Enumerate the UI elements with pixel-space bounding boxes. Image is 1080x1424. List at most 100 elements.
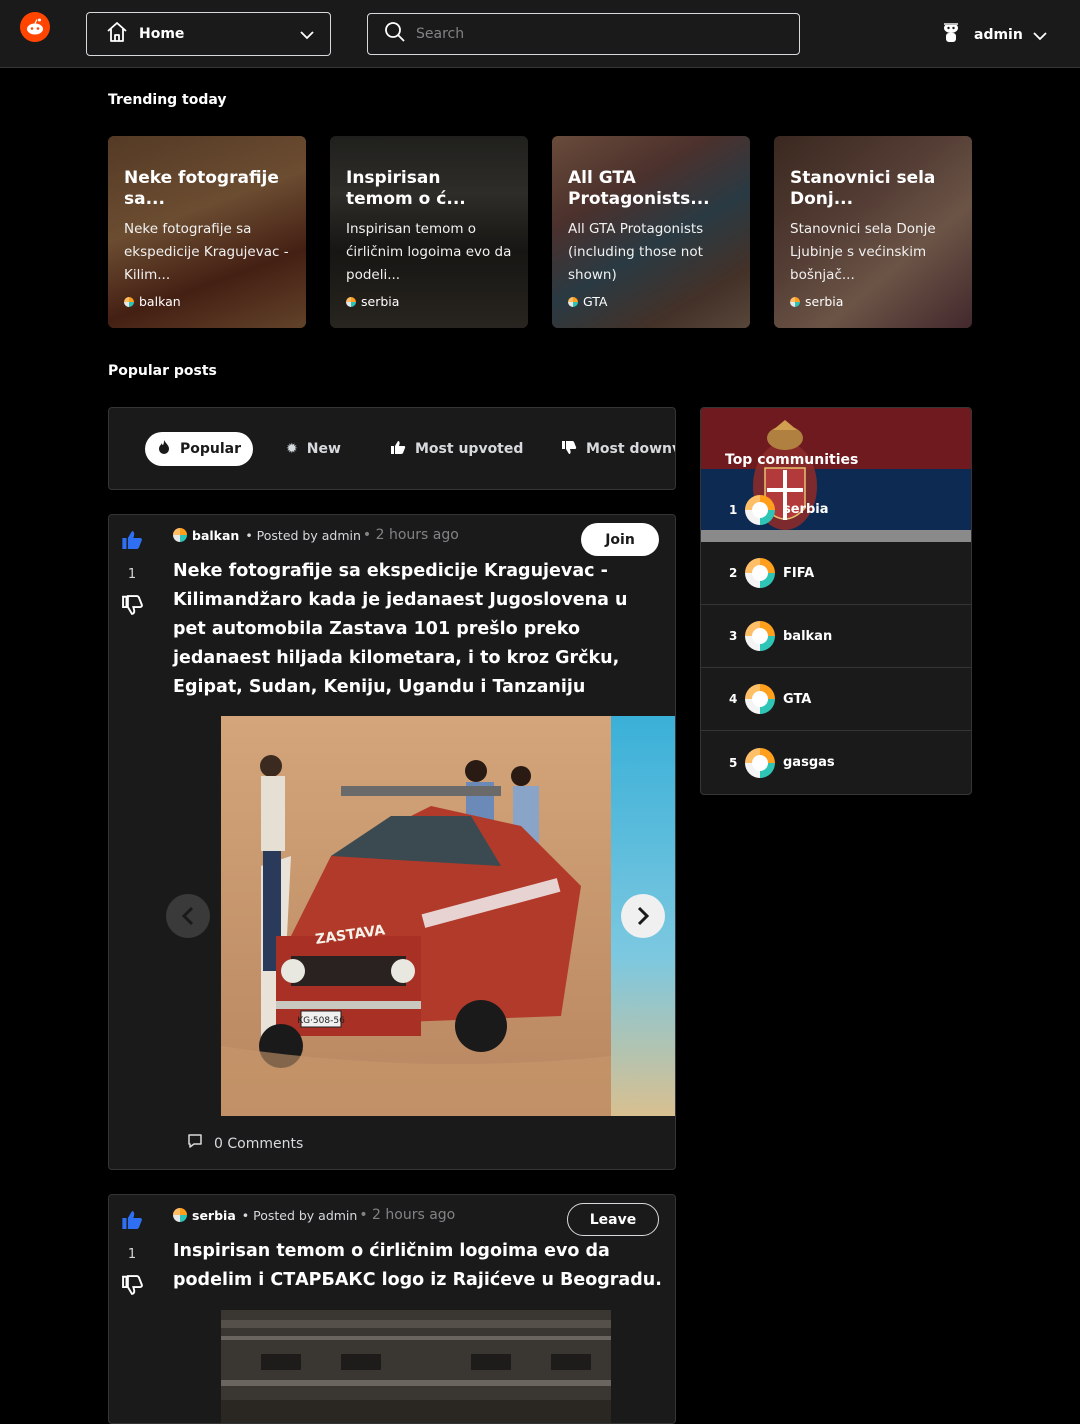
post-community-link[interactable]: serbia — [192, 1208, 236, 1223]
gallery-next-button[interactable] — [621, 894, 665, 938]
community-rank: 4 — [729, 692, 738, 706]
search-input[interactable] — [416, 26, 796, 42]
username: admin — [974, 27, 1023, 43]
tab-popular[interactable]: Popular — [145, 432, 254, 466]
chevron-left-icon — [181, 906, 194, 926]
trending-card-community: balkan — [124, 294, 181, 309]
vote-count: 1 — [127, 1247, 137, 1262]
post-title[interactable]: Inspirisan temom o ćirličnim logoima evo… — [173, 1237, 663, 1295]
comments-count: 0 Comments — [214, 1135, 304, 1152]
community-row[interactable]: 3 balkan — [701, 605, 971, 668]
trending-card-title: All GTA Protagonists... — [568, 168, 710, 209]
community-avatar-icon — [173, 528, 187, 542]
post-image — [221, 1310, 611, 1423]
feed-select[interactable]: Home — [86, 12, 331, 56]
trending-card[interactable]: Neke fotografije sa... Neke fotografije … — [108, 136, 306, 328]
community-rank: 1 — [729, 502, 738, 517]
community-row[interactable]: 4 GTA — [701, 668, 971, 731]
community-avatar-icon — [173, 1208, 187, 1222]
post-card: 1 balkan • Posted by admin • 2 hours ago… — [108, 514, 676, 1170]
community-rank: 2 — [729, 566, 738, 580]
trending-card[interactable]: Stanovnici sela Donj... Stanovnici sela … — [774, 136, 972, 328]
chevron-down-icon — [300, 25, 314, 44]
vote-column: 1 — [119, 1209, 145, 1300]
user-menu[interactable]: admin — [940, 20, 1047, 50]
trending-card-title: Stanovnici sela Donj... — [790, 168, 936, 209]
post-time: • 2 hours ago — [362, 527, 459, 543]
leave-button[interactable]: Leave — [567, 1203, 659, 1236]
trending-card-community: serbia — [790, 294, 843, 309]
community-avatar-icon — [745, 747, 775, 778]
comments-button[interactable]: 0 Comments — [187, 1134, 303, 1153]
community-row[interactable]: 5 gasgas — [701, 731, 971, 794]
comment-icon — [187, 1134, 203, 1153]
community-avatar-icon — [568, 296, 578, 307]
community-rank: 3 — [729, 629, 738, 643]
post-meta: balkan • Posted by admin • 2 hours ago — [173, 527, 459, 543]
trending-card-desc: Stanovnici sela Donje Ljubinje s većinsk… — [790, 221, 936, 283]
reddit-logo-icon[interactable] — [20, 12, 50, 42]
trending-card-desc: Neke fotografije sa ekspedicije Kragujev… — [124, 221, 289, 283]
community-avatar-icon — [745, 621, 775, 651]
post-title[interactable]: Neke fotografije sa ekspedicije Kragujev… — [173, 557, 663, 702]
community-name: balkan — [783, 628, 833, 644]
downvote-button[interactable] — [119, 594, 145, 620]
post-image-gallery — [221, 1310, 611, 1423]
sort-tabs: Popular ✹ New Most upvoted Most downvote… — [108, 407, 676, 490]
post-author: • Posted by admin — [245, 527, 361, 543]
feed-select-label: Home — [139, 26, 185, 42]
post-community-link[interactable]: balkan — [192, 528, 239, 543]
user-avatar-icon — [940, 20, 962, 50]
thumbs-down-icon — [561, 440, 577, 459]
join-button[interactable]: Join — [581, 523, 659, 556]
post-image-gallery: KG·508-56 ZASTAVA — [221, 716, 675, 1116]
vote-column: 1 — [119, 529, 145, 620]
trending-row: Neke fotografije sa... Neke fotografije … — [108, 136, 972, 328]
post-author: • Posted by admin — [241, 1207, 358, 1223]
community-name: FIFA — [783, 565, 815, 581]
search-bar — [367, 13, 800, 55]
home-icon — [105, 20, 129, 48]
community-avatar-icon — [745, 494, 775, 525]
popular-title: Popular posts — [108, 363, 217, 379]
chevron-down-icon — [1033, 26, 1047, 45]
trending-card-title: Inspirisan temom o ć... — [346, 168, 466, 209]
community-name: GTA — [783, 691, 812, 707]
community-rank: 5 — [729, 755, 738, 770]
post-card: 1 serbia • Posted by admin • 2 hours ago… — [108, 1194, 676, 1424]
post-image: KG·508-56 ZASTAVA — [221, 716, 675, 1116]
flame-icon — [157, 439, 171, 459]
trending-card-desc: Inspirisan temom o ćirličnim logoima evo… — [346, 221, 512, 283]
trending-card-desc: All GTA Protagonists (including those no… — [568, 221, 704, 283]
trending-card-community: serbia — [346, 294, 399, 309]
upvote-button[interactable] — [119, 1209, 145, 1235]
community-avatar-icon — [745, 684, 775, 714]
trending-card[interactable]: All GTA Protagonists... All GTA Protagon… — [552, 136, 750, 328]
top-communities-title: Top communities — [725, 452, 859, 468]
tab-most-upvoted[interactable]: Most upvoted — [390, 432, 523, 466]
downvote-button[interactable] — [119, 1274, 145, 1300]
community-avatar-icon — [124, 296, 134, 307]
community-row[interactable]: 1 serbia — [701, 478, 971, 541]
vote-count: 1 — [127, 567, 137, 582]
upvote-button[interactable] — [119, 529, 145, 555]
tab-new[interactable]: ✹ New — [286, 432, 341, 466]
chevron-right-icon — [637, 906, 650, 926]
top-communities-panel: Top communities 1 serbia 2 FIFA 3 balkan… — [700, 407, 972, 795]
post-meta: serbia • Posted by admin • 2 hours ago — [173, 1207, 455, 1223]
community-row[interactable]: 2 FIFA — [701, 542, 971, 605]
thumbs-up-icon — [390, 440, 406, 459]
trending-card[interactable]: Inspirisan temom o ć... Inspirisan temom… — [330, 136, 528, 328]
community-name: gasgas — [783, 755, 835, 770]
community-avatar-icon — [790, 296, 800, 307]
community-name: serbia — [783, 502, 829, 517]
svg-text:KG·508-56: KG·508-56 — [297, 1016, 345, 1026]
trending-card-title: Neke fotografije sa... — [124, 168, 279, 209]
post-time: • 2 hours ago — [359, 1207, 456, 1223]
tab-most-downvoted[interactable]: Most downvoted — [561, 432, 675, 466]
trending-card-community: GTA — [568, 294, 607, 309]
community-avatar-icon — [745, 558, 775, 588]
trending-title: Trending today — [108, 92, 227, 108]
top-bar: Home admin — [0, 0, 1080, 68]
gallery-prev-button[interactable] — [166, 894, 210, 938]
